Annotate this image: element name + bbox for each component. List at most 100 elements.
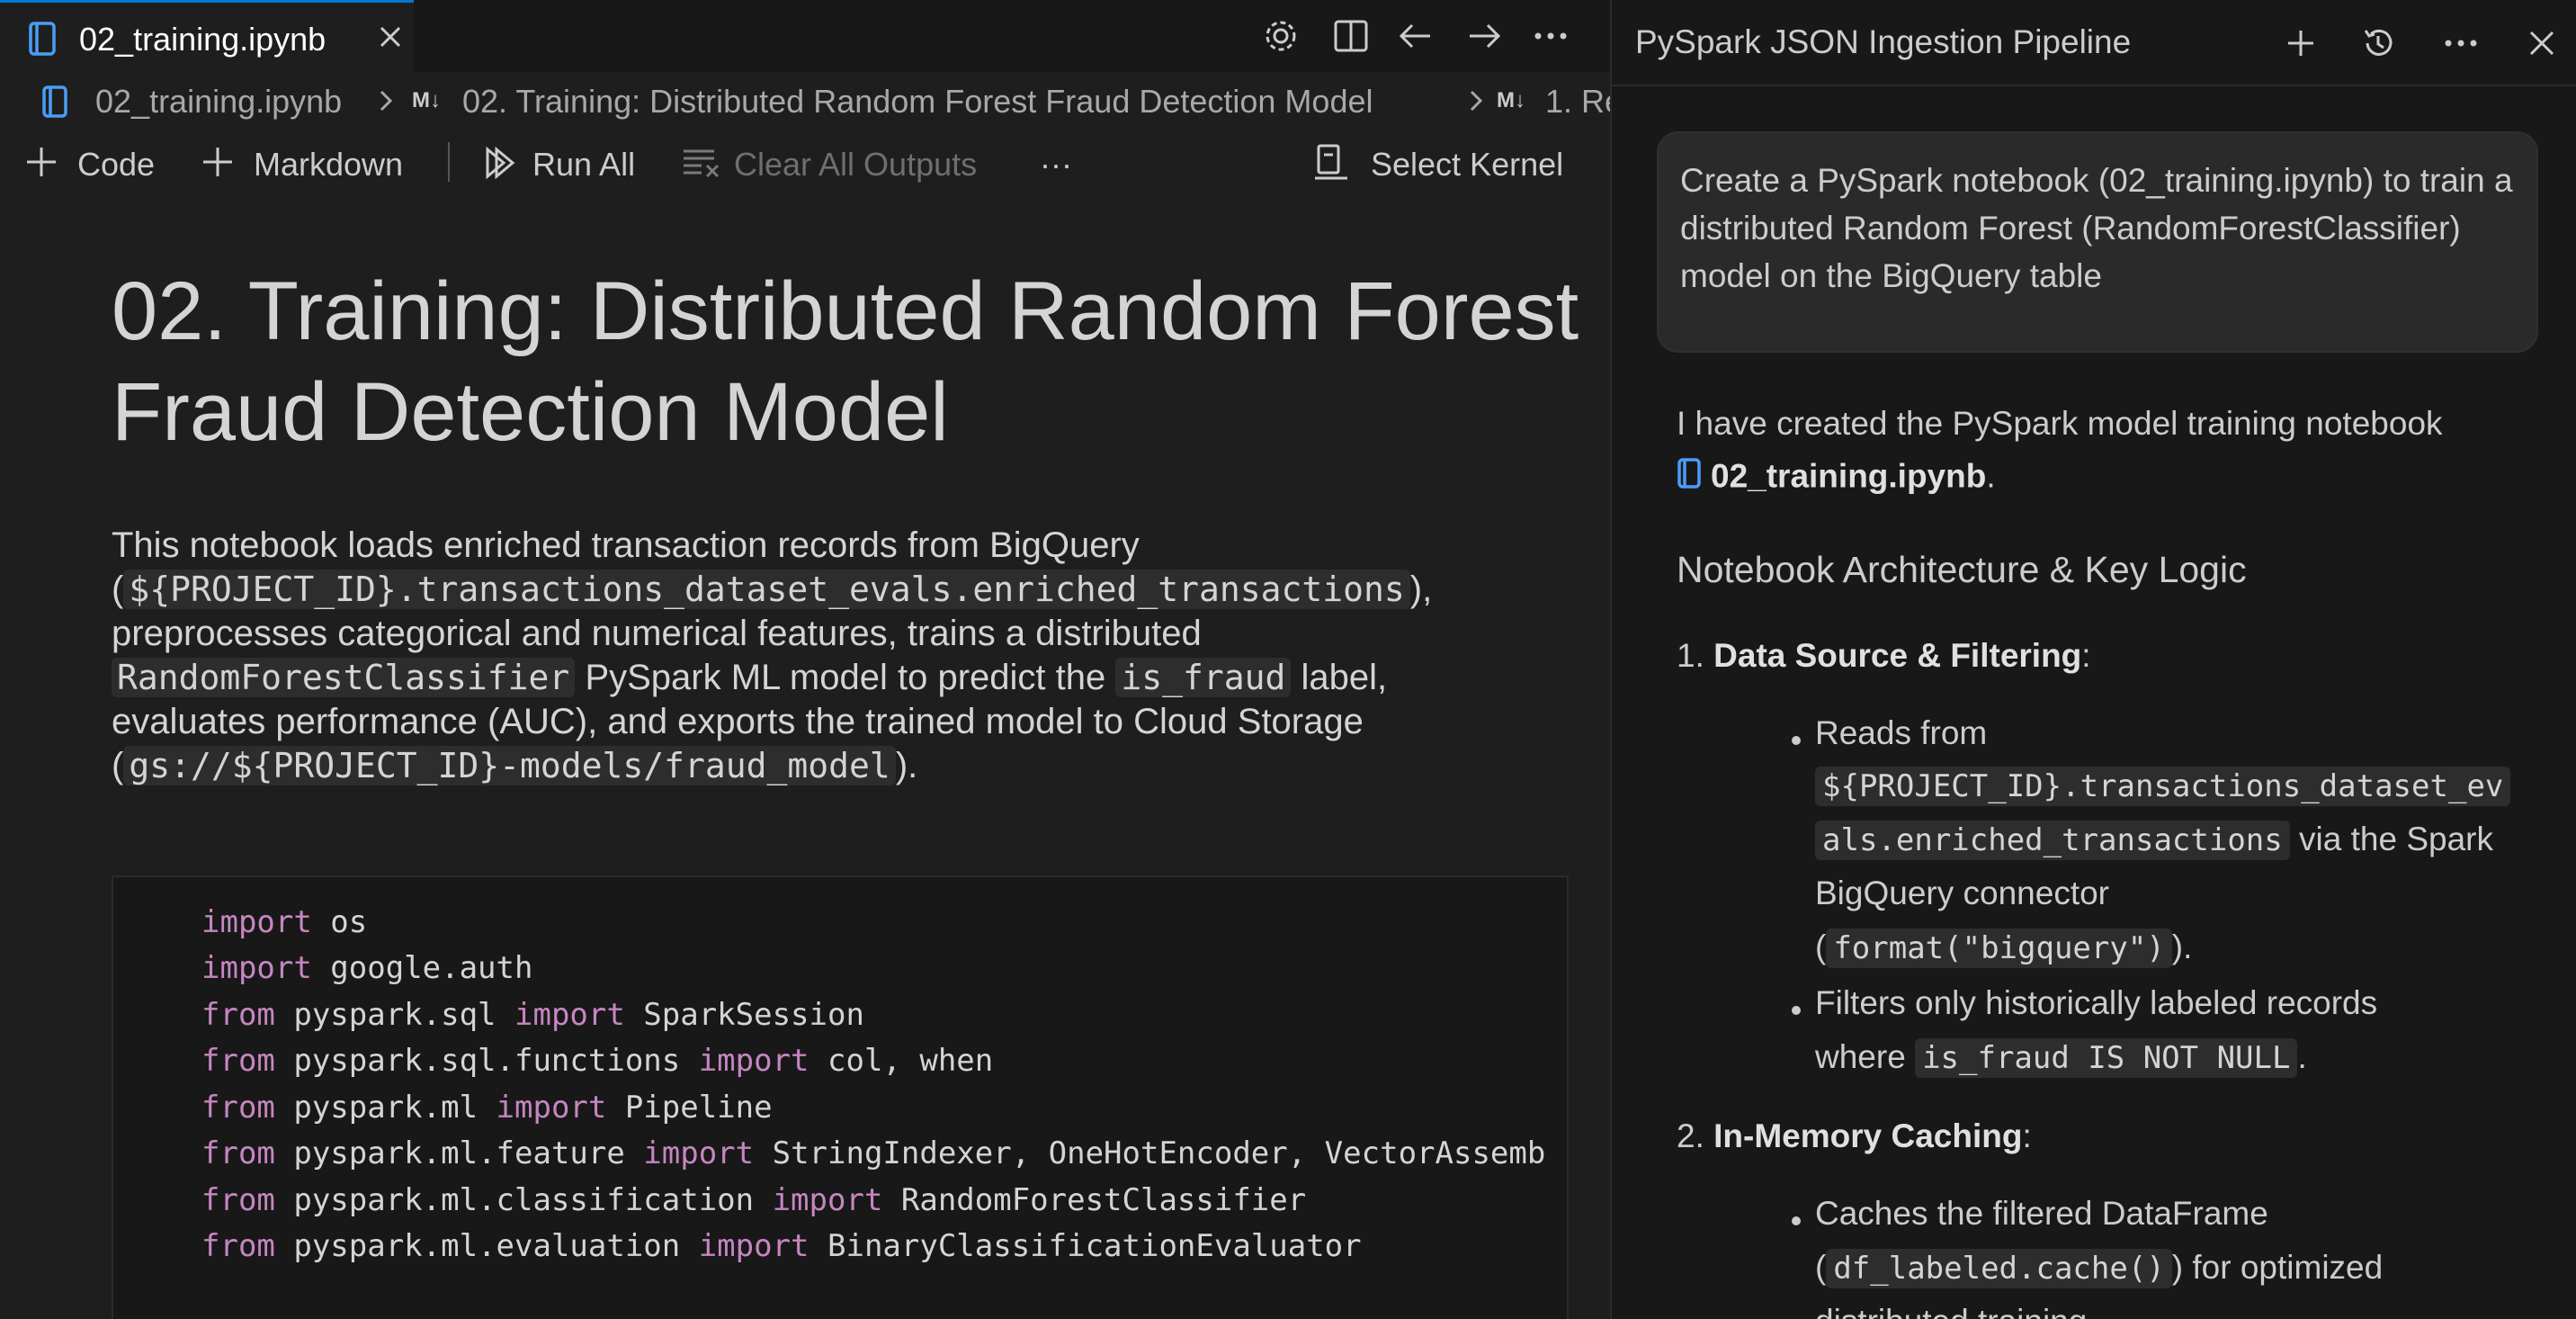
breadcrumb-subsection[interactable]: 1. Re [1545,83,1610,121]
bullet [1792,1006,1801,1015]
text: ( [112,570,124,609]
keyword: import [698,1043,809,1079]
code-cell[interactable]: import os import google.auth from pyspar… [112,875,1569,1319]
run-all-icon [480,144,518,190]
text: ( [1815,929,1827,965]
text: ) for optimized [2171,1249,2384,1286]
breadcrumb-file[interactable]: 02_training.ipynb [95,83,342,121]
bullet-text: BigQuery connector [1815,875,2110,911]
bullet-text: where is_fraud IS NOT NULL. [1815,1038,2307,1078]
more-actions-icon[interactable] [2441,23,2481,63]
code-line: import google.auth [201,950,532,986]
desc-line: (gs://${PROJECT_ID}-models/fraud_model). [112,744,1587,788]
notebook-icon [27,21,59,61]
list-item-title: In-Memory Caching [1713,1117,2023,1154]
text: ( [1815,1249,1827,1286]
list-item-title: Data Source & Filtering [1713,637,2082,674]
text: where [1815,1038,1916,1075]
chat-panel: PySpark JSON Ingestion Pipeline Create a… [1610,0,2576,1319]
description-paragraph: This notebook loads enriched transaction… [112,524,1587,788]
desc-line: RandomForestClassifier PySpark ML model … [112,656,1587,700]
close-icon[interactable] [2522,23,2562,63]
bullet-text: Caches the filtered DataFrame [1815,1195,2268,1232]
keyword: import [201,950,312,986]
keyword: import [698,1228,809,1264]
user-message-text: Create a PySpark notebook (02_training.i… [1680,162,2513,294]
text: : [2081,637,2091,674]
breadcrumb-section[interactable]: 02. Training: Distributed Random Forest … [462,83,1373,121]
text: label, [1291,658,1388,697]
split-editor-icon[interactable] [1331,16,1371,60]
code-line: from pyspark.sql import SparkSession [201,997,864,1033]
chat-header: PySpark JSON Ingestion Pipeline [1612,0,2576,86]
add-markdown-button[interactable]: Markdown [254,146,403,184]
inline-code: ${PROJECT_ID}.transactions_dataset_ev [1815,767,2511,806]
list-number: 2. [1677,1117,1704,1154]
user-message[interactable]: Create a PySpark notebook (02_training.i… [1657,131,2538,353]
markdown-cell[interactable]: 02. Training: Distributed Random Forest … [112,261,1587,788]
text: ( [112,746,124,785]
code-text: pyspark.sql [274,997,514,1033]
history-icon[interactable] [2358,23,2398,63]
code-line: from pyspark.ml.evaluation import Binary… [201,1228,1362,1264]
code-line: from pyspark.ml import Pipeline [201,1090,773,1126]
more-icon[interactable]: ··· [1040,146,1072,184]
text: : [2022,1117,2032,1154]
plus-icon [23,144,59,188]
select-kernel-button[interactable]: Select Kernel [1371,146,1563,184]
text: . [2297,1038,2307,1075]
keyword: from [201,1043,275,1079]
chevron-right-icon [1466,85,1488,125]
tab-label: 02_training.ipynb [79,21,326,58]
code-text: pyspark.ml.classification [274,1182,773,1218]
desc-line: evaluates performance (AUC), and exports… [112,702,1364,741]
response-heading: Notebook Architecture & Key Logic [1677,549,2247,590]
keyword: import [514,997,625,1033]
keyword: from [201,1090,275,1126]
clear-all-outputs-button[interactable]: Clear All Outputs [734,146,977,184]
keyword: import [496,1090,607,1126]
notebook-icon [41,85,70,127]
close-icon[interactable] [372,19,408,55]
chevron-right-icon [376,85,398,125]
keyword: import [772,1182,883,1218]
page-title: 02. Training: Distributed Random Forest … [112,261,1587,462]
arrow-right-icon[interactable] [1464,16,1504,60]
code-text: os [311,904,368,940]
tab-02-training[interactable]: 02_training.ipynb [0,0,414,72]
code-line: from pyspark.ml.classification import Ra… [201,1182,1306,1218]
bullet-text: Filters only historically labeled record… [1815,984,2378,1021]
bullet-text: als.enriched_transactions via the Spark [1815,821,2493,860]
title-line: 02. Training: Distributed Random Forest [112,265,1579,357]
inline-code: ${PROJECT_ID}.transactions_dataset_evals… [123,570,1410,609]
keyword: from [201,1135,275,1171]
clear-outputs-icon [682,146,721,188]
code-text: col, when [809,1043,994,1079]
keyword: import [643,1135,755,1171]
run-all-button[interactable]: Run All [532,146,635,184]
code-line: from pyspark.ml.feature import StringInd… [201,1135,1545,1171]
bullet-text: ${PROJECT_ID}.transactions_dataset_ev [1815,767,2511,806]
desc-line: preprocesses categorical and numerical f… [112,614,1202,653]
list-item: 2. In-Memory Caching: [1677,1117,2032,1155]
code-text: StringIndexer, OneHotEncoder, VectorAsse… [754,1135,1546,1171]
inline-code: gs://${PROJECT_ID}-models/fraud_model [123,746,896,785]
bullet-text: (format("bigquery")). [1815,929,2192,968]
keyword: from [201,1228,275,1264]
bullet-text: Reads from [1815,714,1988,751]
code-text: RandomForestClassifier [882,1182,1307,1218]
new-chat-icon[interactable] [2281,23,2321,63]
file-reference[interactable]: 02_training.ipynb. [1677,457,1996,499]
inline-code: is_fraud IS NOT NULL [1915,1038,2298,1078]
list-number: 1. [1677,637,1704,674]
more-actions-icon[interactable] [1531,16,1570,60]
text: . [1986,457,1996,495]
keyword: import [201,904,312,940]
title-line: Fraud Detection Model [112,366,949,458]
response-intro: I have created the PySpark model trainin… [1677,405,2443,442]
gear-icon[interactable] [1261,16,1301,60]
arrow-left-icon[interactable] [1396,16,1436,60]
add-code-button[interactable]: Code [77,146,155,184]
code-text: BinaryClassificationEvaluator [809,1228,1362,1264]
code-text: pyspark.ml [274,1090,496,1126]
